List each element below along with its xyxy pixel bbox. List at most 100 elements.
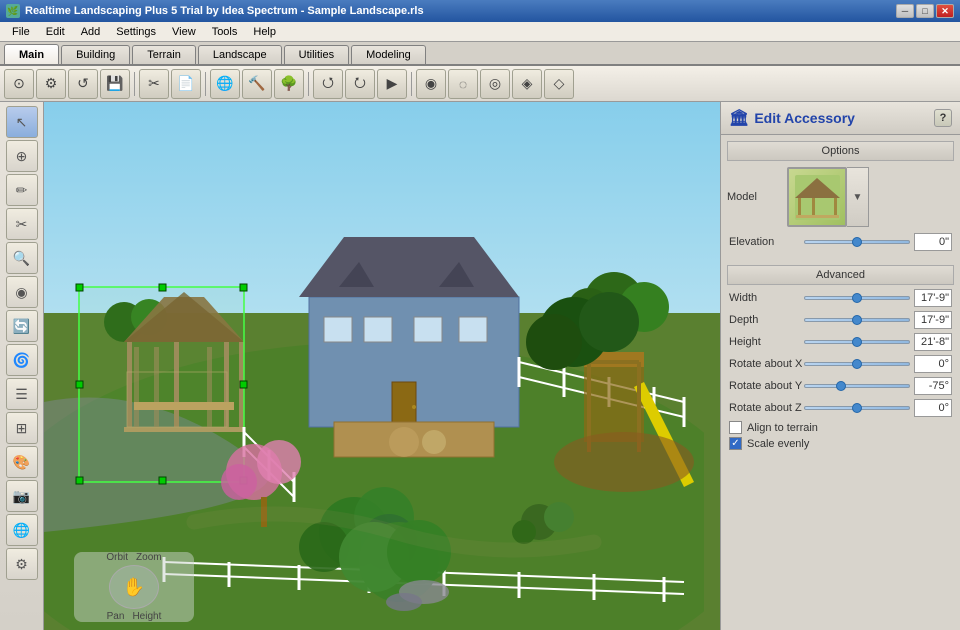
- close-button[interactable]: ✕: [936, 4, 954, 18]
- maximize-button[interactable]: □: [916, 4, 934, 18]
- tabbar: Main Building Terrain Landscape Utilitie…: [0, 42, 960, 66]
- sidebar-grid[interactable]: ⊞: [6, 412, 38, 444]
- menu-tools[interactable]: Tools: [204, 24, 246, 40]
- nav-zoom-label: Zoom: [136, 552, 162, 563]
- sidebar-camera[interactable]: 📷: [6, 480, 38, 512]
- width-slider-thumb[interactable]: [852, 293, 862, 303]
- tool-circle5[interactable]: ◇: [544, 69, 574, 99]
- minimize-button[interactable]: ─: [896, 4, 914, 18]
- app-icon: 🌿: [6, 4, 20, 18]
- rotate-x-thumb[interactable]: [852, 359, 862, 369]
- depth-value: 17'-9": [914, 311, 952, 329]
- elevation-slider[interactable]: [804, 240, 910, 244]
- scale-evenly-row: ✓ Scale evenly: [729, 437, 952, 450]
- menu-edit[interactable]: Edit: [38, 24, 73, 40]
- sidebar-gear[interactable]: ⚙: [6, 548, 38, 580]
- tool-circle1[interactable]: ◉: [416, 69, 446, 99]
- elevation-value: 0": [914, 233, 952, 251]
- edit-accessory-label: Edit Accessory: [754, 110, 855, 126]
- sidebar-earth[interactable]: 🌐: [6, 514, 38, 546]
- tool-copy[interactable]: 📄: [171, 69, 201, 99]
- menu-settings[interactable]: Settings: [108, 24, 164, 40]
- separator-1: [134, 72, 135, 96]
- tool-rotate-ccw[interactable]: ⭯: [313, 69, 343, 99]
- sidebar-menu[interactable]: ☰: [6, 378, 38, 410]
- sidebar-select[interactable]: ↖: [6, 106, 38, 138]
- tab-building[interactable]: Building: [61, 45, 130, 64]
- rotate-y-value: -75°: [914, 377, 952, 395]
- tab-utilities[interactable]: Utilities: [284, 45, 349, 64]
- tool-play[interactable]: ▶: [377, 69, 407, 99]
- align-terrain-checkbox[interactable]: [729, 421, 742, 434]
- nav-orbit-label: Orbit: [106, 552, 128, 563]
- rotate-x-value: 0°: [914, 355, 952, 373]
- tool-tree[interactable]: 🌳: [274, 69, 304, 99]
- menu-view[interactable]: View: [164, 24, 204, 40]
- depth-slider[interactable]: [804, 318, 910, 322]
- rotate-z-slider[interactable]: [804, 406, 910, 410]
- rotate-y-row: Rotate about Y -75°: [727, 377, 954, 395]
- tool-undo[interactable]: ↺: [68, 69, 98, 99]
- tool-cut[interactable]: ✂: [139, 69, 169, 99]
- tab-terrain[interactable]: Terrain: [132, 45, 196, 64]
- rotate-x-label: Rotate about X: [729, 358, 804, 370]
- elevation-row: Elevation 0": [727, 233, 954, 251]
- width-value: 17'-9": [914, 289, 952, 307]
- help-button[interactable]: ?: [934, 109, 952, 127]
- titlebar-left: 🌿 Realtime Landscaping Plus 5 Trial by I…: [6, 4, 424, 18]
- window-controls[interactable]: ─ □ ✕: [896, 4, 954, 18]
- nav-height-label: Height: [132, 611, 161, 622]
- depth-slider-thumb[interactable]: [852, 315, 862, 325]
- scale-evenly-checkbox[interactable]: ✓: [729, 437, 742, 450]
- rotate-y-slider[interactable]: [804, 384, 910, 388]
- tool-save[interactable]: 💾: [100, 69, 130, 99]
- titlebar: 🌿 Realtime Landscaping Plus 5 Trial by I…: [0, 0, 960, 22]
- height-slider-thumb[interactable]: [852, 337, 862, 347]
- height-label: Height: [729, 336, 804, 348]
- menu-add[interactable]: Add: [73, 24, 109, 40]
- tab-main[interactable]: Main: [4, 44, 59, 64]
- sidebar-search[interactable]: 🔍: [6, 242, 38, 274]
- tab-landscape[interactable]: Landscape: [198, 45, 282, 64]
- tool-hammer[interactable]: 🔨: [242, 69, 272, 99]
- menu-help[interactable]: Help: [245, 24, 284, 40]
- tool-circle4[interactable]: ◈: [512, 69, 542, 99]
- sidebar-swirl[interactable]: 🌀: [6, 344, 38, 376]
- tool-settings[interactable]: ⚙: [36, 69, 66, 99]
- sidebar-view[interactable]: ◉: [6, 276, 38, 308]
- menu-file[interactable]: File: [4, 24, 38, 40]
- titlebar-title: Realtime Landscaping Plus 5 Trial by Ide…: [25, 5, 424, 17]
- tool-rotate-cw[interactable]: ⭮: [345, 69, 375, 99]
- tool-globe[interactable]: 🌐: [210, 69, 240, 99]
- rotate-x-slider[interactable]: [804, 362, 910, 366]
- viewport[interactable]: Orbit Zoom ✋ Pan Height: [44, 102, 720, 630]
- nav-circle[interactable]: ✋: [109, 565, 159, 609]
- tool-circle3[interactable]: ◎: [480, 69, 510, 99]
- rotate-z-value: 0°: [914, 399, 952, 417]
- model-label: Model: [727, 191, 787, 203]
- height-value: 21'-8": [914, 333, 952, 351]
- model-preview[interactable]: [787, 167, 847, 227]
- sidebar-edit[interactable]: ✏: [6, 174, 38, 206]
- options-section: Options Model: [721, 135, 960, 261]
- height-slider[interactable]: [804, 340, 910, 344]
- nav-pan-label: Pan: [107, 611, 125, 622]
- separator-3: [308, 72, 309, 96]
- sidebar-color[interactable]: 🎨: [6, 446, 38, 478]
- width-slider[interactable]: [804, 296, 910, 300]
- sidebar-add[interactable]: ⊕: [6, 140, 38, 172]
- elevation-slider-thumb[interactable]: [852, 237, 862, 247]
- tool-circle2[interactable]: ◌: [448, 69, 478, 99]
- landscape-svg: [44, 102, 704, 630]
- width-label: Width: [729, 292, 804, 304]
- rotate-y-label: Rotate about Y: [729, 380, 804, 392]
- tool-pointer[interactable]: ⊙: [4, 69, 34, 99]
- navigation-hint: Orbit Zoom ✋ Pan Height: [74, 552, 194, 622]
- model-dropdown-button[interactable]: ▼: [847, 167, 869, 227]
- rotate-y-thumb[interactable]: [836, 381, 846, 391]
- rotate-z-thumb[interactable]: [852, 403, 862, 413]
- sidebar-rotate[interactable]: 🔄: [6, 310, 38, 342]
- tab-modeling[interactable]: Modeling: [351, 45, 426, 64]
- align-terrain-label: Align to terrain: [747, 422, 818, 434]
- sidebar-cut[interactable]: ✂: [6, 208, 38, 240]
